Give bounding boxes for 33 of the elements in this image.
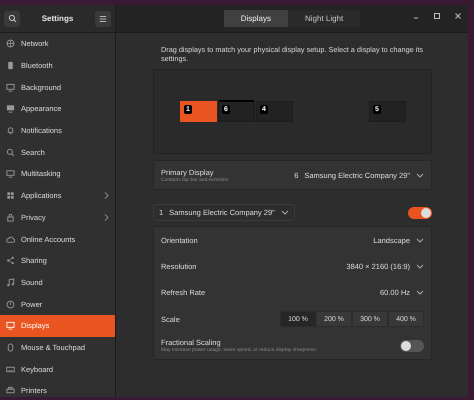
sidebar-icon — [6, 61, 15, 70]
tab[interactable]: Displays — [224, 10, 288, 27]
search-icon — [8, 14, 16, 23]
maximize-icon[interactable] — [433, 12, 441, 20]
sidebar-icon — [6, 364, 15, 374]
search-button[interactable] — [4, 10, 20, 26]
toggle-switch[interactable] — [400, 340, 424, 352]
sidebar-icon — [6, 321, 15, 330]
tab[interactable]: Night Light — [288, 10, 360, 27]
sidebar-icon — [6, 278, 15, 287]
chevron-down-icon — [416, 238, 424, 243]
sidebar-icon — [6, 191, 15, 200]
chevron-down-icon — [416, 172, 424, 178]
sidebar-icon — [6, 126, 15, 136]
sidebar-icon — [6, 256, 15, 266]
close-icon[interactable] — [454, 12, 462, 20]
window-title: Settings — [42, 14, 74, 23]
chevron-down-icon — [416, 264, 424, 270]
sidebar-icon — [6, 234, 15, 244]
chevron-down-icon — [416, 290, 424, 296]
sidebar-icon — [6, 212, 15, 222]
sidebar-icon — [6, 104, 15, 114]
sidebar-icon — [6, 342, 15, 352]
monitor-switch[interactable] — [408, 206, 432, 218]
sidebar-icon — [6, 386, 15, 396]
sidebar-icon — [6, 82, 15, 92]
sidebar-icon — [6, 39, 15, 48]
menu-icon — [99, 14, 107, 22]
sidebar-icon — [6, 148, 15, 157]
menu-button[interactable] — [95, 10, 111, 26]
sidebar-icon — [6, 169, 15, 178]
sidebar-icon — [6, 300, 15, 309]
chevron-down-icon — [280, 210, 289, 215]
